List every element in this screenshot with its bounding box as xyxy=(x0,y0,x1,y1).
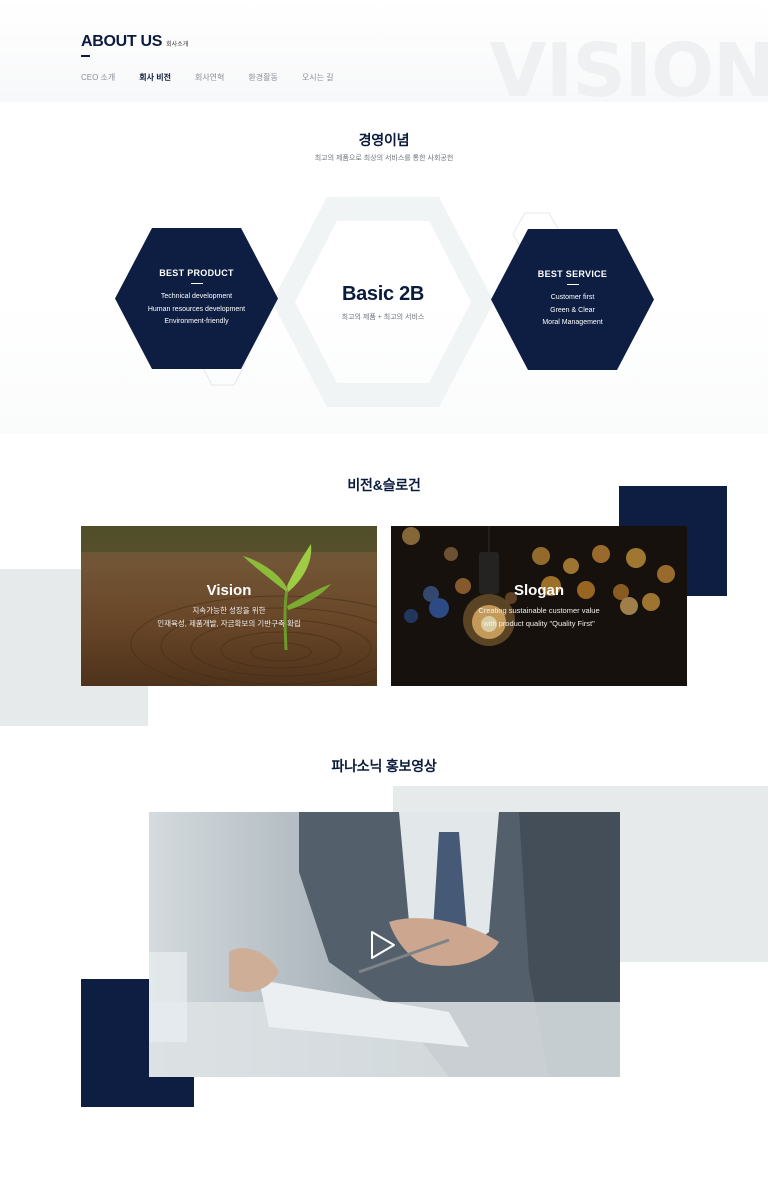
sub-navigation: CEO 소개 회사 비전 회사연혁 환경활동 오시는 길 xyxy=(81,72,358,83)
slogan-card-title: Slogan xyxy=(513,582,564,599)
subnav-item-location[interactable]: 오시는 길 xyxy=(302,72,334,83)
best-service-line: Customer first xyxy=(550,294,595,302)
best-service-line: Green & Clear xyxy=(550,306,595,314)
center-hexagon: Basic 2B 최고의 제품 + 최고의 서비스 xyxy=(270,195,496,409)
best-service-line: Moral Management xyxy=(542,319,603,327)
vision-card[interactable]: Vision 지속가능한 성장을 위한 인재육성, 제품개발, 자금확보의 기반… xyxy=(81,526,377,686)
page-title: ABOUT US xyxy=(81,33,163,50)
slogan-card[interactable]: Slogan Creating sustainable customer val… xyxy=(391,526,687,686)
subnav-item-history[interactable]: 회사연혁 xyxy=(195,72,224,83)
best-service-divider xyxy=(566,284,579,286)
best-service-content: BEST SERVICE Customer first Green & Clea… xyxy=(491,229,654,370)
best-product-content: BEST PRODUCT Technical development Human… xyxy=(115,228,278,369)
vision-card-content: Vision 지속가능한 성장을 위한 인재육성, 제품개발, 자금확보의 기반… xyxy=(81,526,377,686)
page-subtitle: 회사소개 xyxy=(166,42,189,48)
play-icon[interactable] xyxy=(369,930,397,960)
vision-card-line: 지속가능한 성장을 위한 xyxy=(192,606,266,615)
page-heading: ABOUT US 회사소개 xyxy=(81,33,188,51)
vision-card-title: Vision xyxy=(206,582,252,599)
basic-2b-subtitle: 최고의 제품 + 최고의 서비스 xyxy=(341,313,425,321)
best-product-divider xyxy=(190,283,203,285)
basic-2b-title: Basic 2B xyxy=(341,282,425,305)
vision-card-line: 인재육성, 제품개발, 자금확보의 기반구축 확립 xyxy=(157,618,301,628)
title-underline xyxy=(81,55,90,57)
best-service-hexagon: BEST SERVICE Customer first Green & Clea… xyxy=(491,229,654,370)
best-product-hexagon: BEST PRODUCT Technical development Human… xyxy=(115,228,278,369)
subnav-item-environment[interactable]: 환경활동 xyxy=(248,72,277,83)
best-product-line: Human resources development xyxy=(147,305,246,313)
video-section-title: 파나소닉 홍보영상 xyxy=(331,758,437,774)
vision-background-word: VISION xyxy=(489,28,768,114)
slogan-card-content: Slogan Creating sustainable customer val… xyxy=(391,526,687,686)
best-product-title: BEST PRODUCT xyxy=(159,268,234,279)
slogan-card-line: with product quality "Quality First" xyxy=(483,618,595,628)
best-service-title: BEST SERVICE xyxy=(537,269,608,280)
page-header: VISION ABOUT US 회사소개 CEO 소개 회사 비전 회사연혁 환… xyxy=(0,0,768,108)
philosophy-subtitle: 최고의 제품으로 최상의 서비스를 통한 사회공헌 xyxy=(314,155,454,162)
subnav-item-vision[interactable]: 회사 비전 xyxy=(139,72,171,83)
best-product-line: Environment-friendly xyxy=(164,318,229,326)
philosophy-title: 경영이념 xyxy=(358,132,410,148)
center-hexagon-content: Basic 2B 최고의 제품 + 최고의 서비스 xyxy=(270,195,496,409)
slogan-card-line: Creating sustainable customer value xyxy=(478,606,600,615)
subnav-item-ceo[interactable]: CEO 소개 xyxy=(81,72,115,83)
best-product-line: Technical development xyxy=(160,293,233,301)
